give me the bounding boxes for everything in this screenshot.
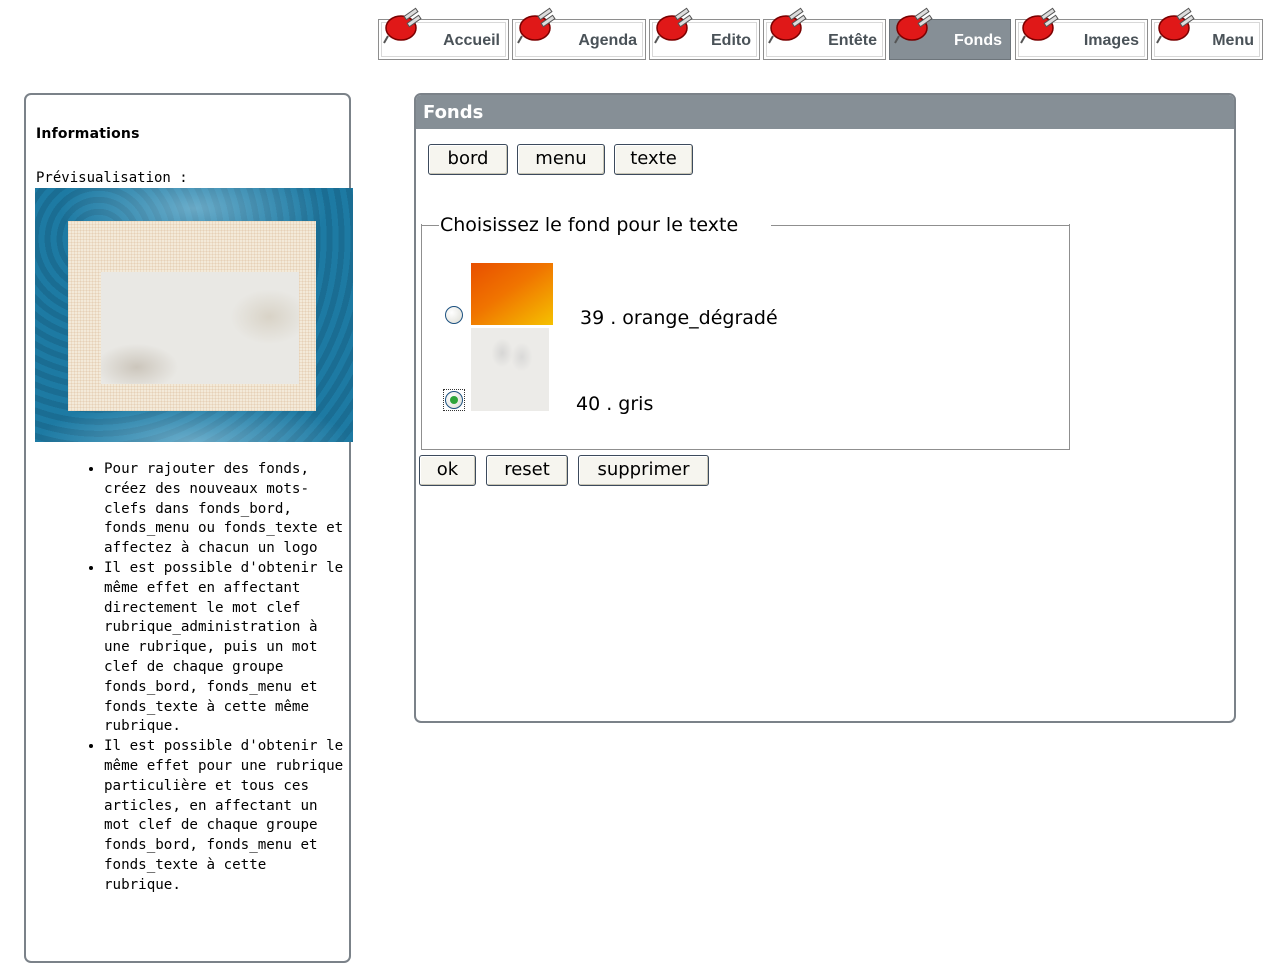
preview-text-background [101,272,299,384]
orange-gradient-thumbnail [471,263,553,325]
info-note: Pour rajouter des fonds, créez des nouve… [104,460,344,559]
supprimer-button[interactable]: supprimer [578,455,709,486]
tab-fonds[interactable]: Fonds [889,7,1011,60]
tab-label: Entête [828,32,877,49]
tab-label: Edito [711,32,751,49]
red-plug-icon [517,7,556,44]
tab-images[interactable]: Images [1015,7,1148,60]
info-note: Il est possible d'obtenir le même effet … [104,559,344,737]
tab-agenda[interactable]: Agenda [512,7,646,60]
fieldset-border [771,225,1070,226]
ok-button[interactable]: ok [419,455,476,486]
tab-menu[interactable]: Menu [1151,7,1263,60]
panel-title: Fonds [416,95,1234,129]
tab-label: Accueil [443,32,500,49]
fieldset-border [421,225,439,226]
red-plug-icon [1020,7,1059,44]
tab-edito[interactable]: Edito [649,7,760,60]
tab-label: Fonds [954,32,1002,49]
grey-texture-thumbnail [471,328,549,411]
red-plug-icon [894,7,933,44]
bord-button[interactable]: bord [428,144,508,175]
option-label-gris: 40 . gris [576,393,654,415]
red-plug-icon [768,7,807,44]
info-panel: Informations Prévisualisation : Pour raj… [24,93,353,963]
background-preview-image [35,188,353,442]
tab-label: Agenda [578,32,637,49]
info-notes-list: Pour rajouter des fonds, créez des nouve… [26,460,344,896]
menu-button[interactable]: menu [517,144,605,175]
tab-accueil[interactable]: Accueil [378,7,509,60]
red-plug-icon [383,7,422,44]
red-plug-icon [1156,7,1195,44]
preview-label: Prévisualisation : [36,170,188,186]
tab-label: Images [1083,32,1139,49]
option-radio-orange[interactable] [445,306,463,324]
tab-entete[interactable]: Entête [763,7,886,60]
reset-button[interactable]: reset [486,455,568,486]
info-note: Il est possible d'obtenir le même effet … [104,737,344,895]
tab-label: Menu [1212,32,1254,49]
option-label-orange: 39 . orange_dégradé [580,307,778,329]
red-plug-icon [654,7,693,44]
texte-button[interactable]: texte [614,144,693,175]
info-title: Informations [36,126,140,142]
fieldset-legend: Choisissez le fond pour le texte [440,214,739,236]
option-radio-gris[interactable] [445,391,463,409]
